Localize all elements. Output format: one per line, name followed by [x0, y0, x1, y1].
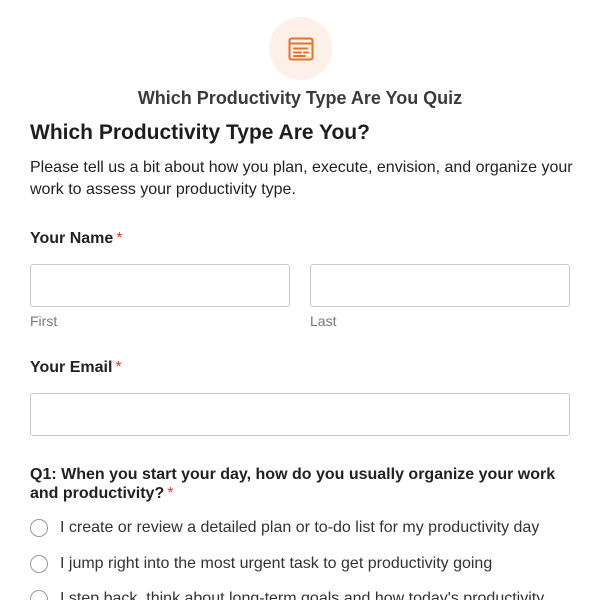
first-name-sublabel: First: [30, 313, 58, 329]
email-input[interactable]: [30, 393, 570, 436]
last-name-sublabel: Last: [310, 313, 337, 329]
q1-option[interactable]: I jump right into the most urgent task t…: [30, 555, 590, 573]
first-name-input[interactable]: [30, 264, 290, 307]
name-label-text: Your Name: [30, 230, 114, 247]
form-logo: [269, 17, 332, 80]
app-title: Which Productivity Type Are You Quiz: [137, 88, 463, 108]
last-name-input[interactable]: [310, 264, 570, 307]
form-description: Please tell us a bit about how you plan,…: [30, 159, 573, 198]
radio-button[interactable]: [30, 519, 48, 537]
q1-question-text: Q1: When you start your day, how do you …: [30, 466, 556, 502]
form-list-icon: [288, 37, 313, 60]
radio-button[interactable]: [30, 590, 48, 600]
q1-option[interactable]: I create or review a detailed plan or to…: [30, 519, 590, 537]
q1-option-label: I step back, think about long-term goals…: [60, 590, 545, 600]
q1-question: Q1: When you start your day, how do you …: [30, 465, 575, 503]
q1-option-label: I create or review a detailed plan or to…: [60, 519, 540, 536]
radio-button[interactable]: [30, 555, 48, 573]
required-asterisk: *: [167, 485, 174, 502]
required-asterisk: *: [115, 359, 122, 376]
q1-option-label: I jump right into the most urgent task t…: [60, 555, 493, 572]
name-label: Your Name *: [30, 230, 123, 248]
form-heading: Which Productivity Type Are You?: [30, 121, 370, 144]
email-label-text: Your Email: [30, 359, 113, 376]
form-page: Which Productivity Type Are You Quiz Whi…: [0, 0, 600, 600]
required-asterisk: *: [116, 230, 123, 247]
email-label: Your Email *: [30, 359, 122, 377]
q1-option[interactable]: I step back, think about long-term goals…: [30, 590, 590, 600]
